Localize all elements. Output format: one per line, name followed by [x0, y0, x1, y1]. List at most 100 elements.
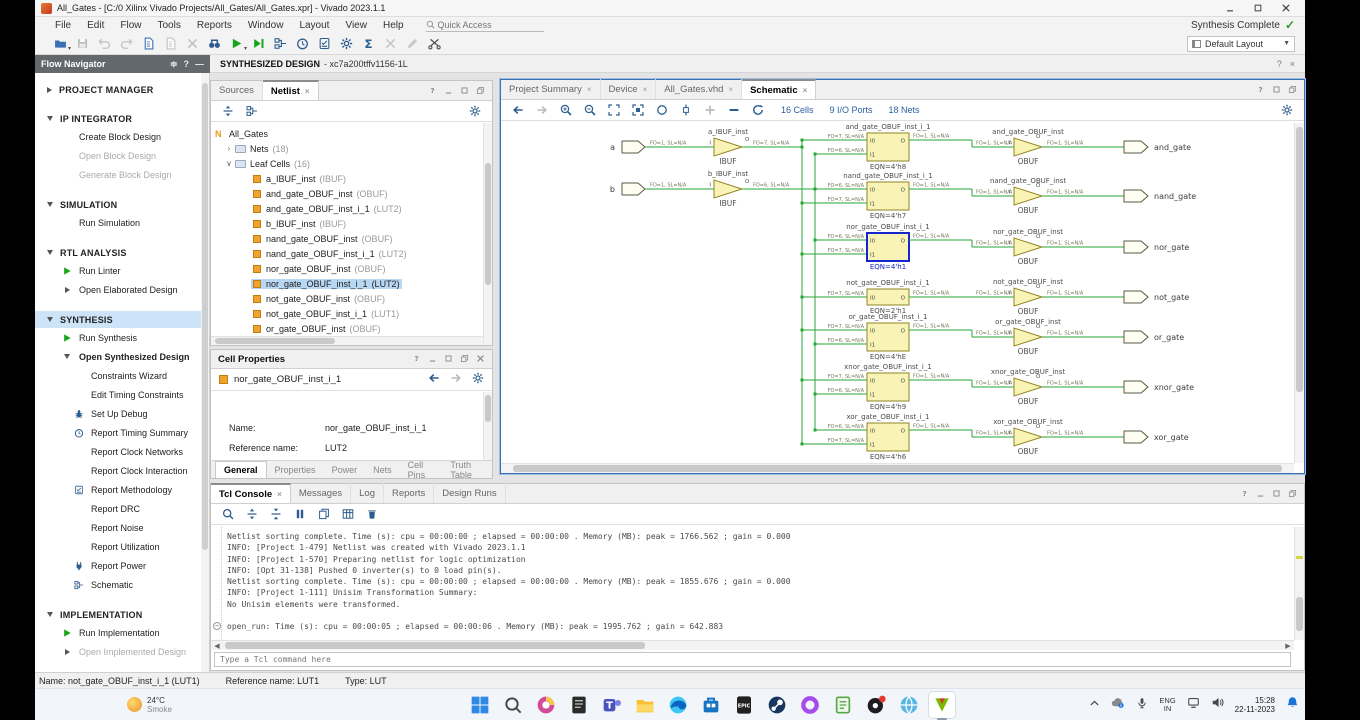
chevron-down-icon[interactable]: ∨	[225, 159, 233, 168]
touchpad-icon[interactable]	[1187, 696, 1200, 714]
minimize-panel-icon[interactable]: —	[195, 59, 204, 69]
cp-tab-nets[interactable]: Nets	[365, 461, 400, 478]
tab-reports[interactable]: Reports	[384, 483, 434, 503]
close-tab-icon[interactable]: ×	[728, 85, 733, 94]
cells-count-link[interactable]: 16 Cells	[781, 105, 814, 115]
menu-tools[interactable]: Tools	[149, 20, 188, 31]
highlight-icon[interactable]	[651, 101, 673, 119]
taskbar-app-epic[interactable]: EPIC	[731, 692, 757, 718]
flow-item-run-linter[interactable]: Run Linter	[35, 261, 209, 280]
zoom-fit-icon[interactable]	[603, 101, 625, 119]
flow-section-header-rtl-analysis[interactable]: RTL ANALYSIS	[35, 244, 209, 261]
tree-cell-nand_gate_OBUF_inst[interactable]: nand_gate_OBUF_inst(OBUF)	[211, 231, 483, 246]
taskbar-app-docs[interactable]	[566, 692, 592, 718]
output-port-and_gate[interactable]: and_gate	[1124, 141, 1191, 153]
flow-item-report-clock-networks[interactable]: Report Clock Networks	[35, 442, 209, 461]
cp-tab-cell-pins[interactable]: Cell Pins	[400, 461, 443, 478]
tab-log[interactable]: Log	[351, 483, 384, 503]
remove-icon[interactable]	[723, 101, 745, 119]
taskbar-app-creative[interactable]	[863, 692, 889, 718]
cell-properties-vscrollbar[interactable]	[483, 392, 492, 460]
tab-project-summary[interactable]: Project Summary×	[501, 79, 601, 99]
lut-cell-nand_gate_OBUF_inst_i_1[interactable]: FO=6, SL=N/AFO=7, SL=N/AI0I1Onand_gate_O…	[801, 172, 1015, 220]
regenerate-icon[interactable]	[747, 101, 769, 119]
back-icon[interactable]	[507, 101, 529, 119]
minimize-panel-icon[interactable]	[428, 350, 437, 368]
language-indicator[interactable]: ENGIN	[1159, 697, 1175, 713]
pause-output-icon[interactable]	[289, 505, 311, 523]
obuf-cell-or_gate_OBUF_inst[interactable]: Ior_gate_OBUF_instOOBUFFO=1, SL=N/A	[995, 318, 1124, 356]
sigma-button[interactable]: Σ	[357, 35, 379, 53]
input-port-a[interactable]: aFO=1, SL=N/AIa_IBUF_instIBUFOFO=7, SL=N…	[610, 128, 803, 166]
tray-chevron-up-icon[interactable]	[1089, 696, 1100, 714]
tree-cell-a_IBUF_inst[interactable]: a_IBUF_inst(IBUF)	[211, 171, 483, 186]
lut-cell-xnor_gate_OBUF_inst_i_1[interactable]: FO=7, SL=N/AFO=6, SL=N/AI0I1Oxnor_gate_O…	[801, 363, 1015, 411]
schematic-vscrollbar[interactable]	[1294, 123, 1304, 463]
cp-tab-power[interactable]: Power	[324, 461, 366, 478]
lut-cell-or_gate_OBUF_inst_i_1[interactable]: FO=7, SL=N/AFO=6, SL=N/AI0I1Oor_gate_OBU…	[801, 313, 1015, 361]
float-panel-icon[interactable]	[460, 350, 469, 368]
tree-cell-or_gate_OBUF_inst[interactable]: or_gate_OBUF_inst(OBUF)	[211, 321, 483, 336]
zoom-selection-icon[interactable]	[627, 101, 649, 119]
zoom-in-icon[interactable]	[555, 101, 577, 119]
maximize-button[interactable]	[1253, 3, 1263, 13]
close-tab-icon[interactable]: ×	[305, 87, 310, 96]
maximize-panel-icon[interactable]	[1272, 485, 1281, 503]
tab-messages[interactable]: Messages	[291, 483, 351, 503]
tree-group-leaf-cells[interactable]: ∨Leaf Cells(16)	[211, 156, 483, 171]
flow-item-run-synthesis[interactable]: Run Synthesis	[35, 328, 209, 347]
flow-item-report-timing-summary[interactable]: Report Timing Summary	[35, 423, 209, 442]
schematic-button[interactable]	[269, 35, 291, 53]
taskbar-app-store[interactable]	[698, 692, 724, 718]
taskbar-app-picsart[interactable]	[533, 692, 559, 718]
output-port-xnor_gate[interactable]: xnor_gate	[1124, 381, 1194, 393]
notification-bell-icon[interactable]	[1286, 696, 1299, 714]
lut-cell-not_gate_OBUF_inst_i_1[interactable]: FO=7, SL=N/AI0Onot_gate_OBUF_inst_i_1EQN…	[801, 279, 1015, 315]
menu-file[interactable]: File	[47, 20, 79, 31]
run-button[interactable]: ▾	[225, 35, 247, 53]
back-arrow-icon[interactable]	[428, 371, 440, 389]
settings-button[interactable]	[335, 35, 357, 53]
scroll-left-icon[interactable]: ◀	[211, 641, 223, 650]
minimize-button[interactable]	[1225, 3, 1235, 13]
flow-item-create-block-design[interactable]: Create Block Design	[35, 127, 209, 146]
menu-help[interactable]: Help	[375, 20, 412, 31]
expand-all-icon[interactable]	[265, 505, 287, 523]
clear-console-icon[interactable]	[361, 505, 383, 523]
schematic-icon[interactable]	[241, 102, 263, 120]
collapse-all-icon[interactable]	[217, 102, 239, 120]
taskbar-app-teams[interactable]: T	[599, 692, 625, 718]
minimize-panel-icon[interactable]	[444, 82, 453, 100]
taskbar-app-globe[interactable]	[896, 692, 922, 718]
output-port-nand_gate[interactable]: nand_gate	[1124, 190, 1196, 202]
netlist-hscrollbar[interactable]	[211, 336, 483, 345]
io-ports-count-link[interactable]: 9 I/O Ports	[830, 105, 873, 115]
schematic-canvas[interactable]: aFO=1, SL=N/AIa_IBUF_instIBUFOFO=7, SL=N…	[502, 123, 1294, 463]
tab-sources[interactable]: Sources	[211, 80, 263, 100]
onedrive-cloud-icon[interactable]: i	[1111, 695, 1125, 714]
taskbar-app-opera[interactable]	[797, 692, 823, 718]
schematic-hscrollbar[interactable]	[501, 463, 1294, 473]
output-port-xor_gate[interactable]: xor_gate	[1124, 431, 1189, 443]
taskbar-app-steam[interactable]	[764, 692, 790, 718]
expand-cone-icon[interactable]	[675, 101, 697, 119]
tree-cell-nand_gate_OBUF_inst_i_1[interactable]: nand_gate_OBUF_inst_i_1(LUT2)	[211, 246, 483, 261]
flow-item-constraints-wizard[interactable]: Constraints Wizard	[35, 366, 209, 385]
close-button[interactable]	[1281, 3, 1291, 13]
flow-section-header-ip-integrator[interactable]: IP INTEGRATOR	[35, 110, 209, 127]
lut-cell-and_gate_OBUF_inst_i_1[interactable]: FO=7, SL=N/AFO=6, SL=N/AI0I1Oand_gate_OB…	[801, 123, 1015, 171]
nets-count-link[interactable]: 18 Nets	[889, 105, 920, 115]
layout-selector[interactable]: Default Layout ▼	[1187, 36, 1295, 52]
report-table-icon[interactable]	[337, 505, 359, 523]
dock-icon[interactable]: ≑	[170, 59, 178, 70]
menu-flow[interactable]: Flow	[112, 20, 149, 31]
tree-cell-and_gate_OBUF_inst[interactable]: and_gate_OBUF_inst(OBUF)	[211, 186, 483, 201]
tree-group-nets[interactable]: ›Nets(18)	[211, 141, 483, 156]
step-button[interactable]	[247, 35, 269, 53]
cp-tab-properties[interactable]: Properties	[267, 461, 324, 478]
taskbar-app-explorer[interactable]	[632, 692, 658, 718]
flow-item-report-methodology[interactable]: Report Methodology	[35, 480, 209, 499]
help-icon[interactable]: ?	[428, 82, 437, 100]
report-timing-button[interactable]	[291, 35, 313, 53]
float-panel-icon[interactable]	[1288, 81, 1297, 99]
